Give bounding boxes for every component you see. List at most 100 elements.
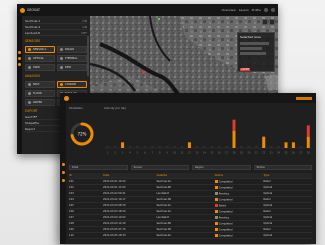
sensor-button[interactable]: RADAR [57, 46, 87, 53]
top-toolbar: Overview Layers Profile [222, 8, 275, 12]
sensor-button[interactable]: THERMAL [57, 55, 87, 62]
table-cell: Radar [263, 180, 271, 183]
acquisitions-table: ID Date Satellite Status Type 101 2021-03… [69, 173, 312, 239]
bar-28-series-1[interactable] [306, 125, 310, 137]
x-tick-label: 1 [107, 152, 109, 155]
dashboard-rail [60, 103, 66, 244]
rail-settings-icon[interactable] [18, 63, 21, 66]
table-cell: Completed [214, 179, 264, 183]
accent-tab[interactable] [296, 96, 312, 100]
filter-date[interactable]: Date [69, 165, 128, 170]
alert-badge[interactable]: ALERT [240, 68, 251, 71]
popup-line [240, 47, 263, 50]
sensor-button[interactable]: SWIR [25, 64, 55, 71]
bar-slot [158, 146, 162, 148]
top-item[interactable]: Overview [222, 8, 236, 12]
x-tick-label: 15 [210, 152, 214, 155]
status-icon [214, 233, 218, 237]
bar-slot [210, 146, 214, 148]
table-cell: Sentinel-2B [156, 222, 171, 225]
bar-28-series-0[interactable] [306, 136, 310, 148]
table-cell: Sentinel-2B [156, 186, 171, 189]
table-cell: 2021-03-03 16:52 [103, 210, 126, 213]
bar-slot [165, 146, 169, 148]
x-tick-label: 24 [277, 152, 281, 155]
table-cell: 2021-03-02 14:17 [103, 198, 126, 201]
sensor-button[interactable]: OPTICAL [25, 55, 55, 62]
menu-icon[interactable] [271, 8, 275, 12]
x-tick-label: 13 [195, 152, 199, 155]
table-cell: Completed [214, 197, 264, 201]
x-tick-label: 25 [284, 152, 288, 155]
bar-12-series-0[interactable] [187, 142, 191, 148]
x-tick-label: 7 [152, 152, 154, 155]
row-value: OFF [81, 30, 87, 35]
analysis-button[interactable]: FLOOD [25, 90, 55, 97]
rail-layer-icon[interactable] [18, 51, 21, 54]
bar-slot [195, 146, 199, 148]
rail-home-icon[interactable] [61, 163, 65, 166]
table-cell: 104 [69, 198, 74, 201]
sensor-button[interactable]: DEM [57, 64, 87, 71]
table-cell: 110 [69, 234, 74, 237]
column-header[interactable]: Satellite [156, 174, 214, 177]
table-cell: 2021-03-03 08:30 [103, 204, 126, 207]
table-cell: Completed [214, 209, 264, 213]
bar-slot [225, 146, 229, 148]
top-item[interactable]: Layers [239, 8, 249, 12]
sensor-button[interactable]: SENSOR A [25, 46, 55, 53]
map-topbar: GEOSAT Overview Layers Profile [17, 4, 278, 16]
row-value: ON [82, 24, 87, 29]
bar-chart: 1 2 3 4 5 6 7 8 9 10 11 12 13 14 15 16 17 18 19 20 21 22 23 24 2… [104, 119, 312, 155]
bar-slot [239, 146, 243, 148]
filter-sensor[interactable]: Sensor [130, 165, 189, 170]
rail-chart-icon[interactable] [18, 57, 21, 60]
rail-chart-icon[interactable] [61, 171, 65, 174]
zoom-in-icon[interactable] [262, 19, 268, 25]
table-row[interactable]: 110 2021-03-05 18:33 Sentinel-2A Completed O… [69, 233, 312, 239]
x-tick-label: 8 [159, 152, 161, 155]
row-label: Sentinel-2 [25, 24, 41, 29]
column-header[interactable]: Type [263, 174, 312, 177]
table-cell: Completed [214, 221, 264, 225]
user-avatar-icon[interactable] [264, 8, 268, 12]
panel-row[interactable]: Landsat-8 OFF [25, 30, 87, 36]
bar-3-series-0[interactable] [121, 142, 125, 148]
x-tick-label: 20 [247, 152, 251, 155]
bar-slot [269, 146, 273, 148]
table-cell: 105 [69, 204, 74, 207]
panel-scrollbar[interactable] [87, 36, 89, 76]
column-header[interactable]: Status [215, 174, 264, 177]
bar-25-series-0[interactable] [284, 142, 288, 148]
table-cell: Landsat-8 [156, 216, 169, 219]
table-cell: 109 [69, 228, 74, 231]
analysis-button[interactable]: NDVI [25, 81, 55, 88]
bar-22-series-0[interactable] [262, 136, 266, 148]
column-header[interactable]: ID [69, 174, 103, 177]
bar-18-series-0[interactable] [232, 131, 236, 148]
bar-26-series-0[interactable] [291, 142, 295, 148]
x-tick-label: 5 [137, 152, 139, 155]
table-cell: Completed [214, 227, 264, 231]
column-header[interactable]: Date [103, 174, 156, 177]
bar-slot [277, 146, 281, 148]
kpi-gauge: Utilization 72% [69, 106, 103, 156]
table-cell: Radar [263, 198, 271, 201]
table-cell: Sentinel-1B [156, 228, 171, 231]
filter-region[interactable]: Region [192, 165, 251, 170]
bar-18-series-1[interactable] [232, 119, 236, 131]
kpi-caption: Utilization [69, 106, 84, 110]
x-tick-label: 26 [292, 152, 296, 155]
analysis-button[interactable]: CHANGE [57, 81, 87, 88]
scene: GEOSAT Overview Layers Profile Sentinel-… [0, 0, 325, 245]
popup-line [240, 52, 266, 55]
table-cell: Pending [214, 191, 264, 195]
rail-settings-icon[interactable] [61, 179, 65, 182]
kpi-value: 72% [78, 132, 87, 137]
bar-slot [150, 146, 154, 148]
analysis-button[interactable]: WATER [25, 99, 55, 106]
table-cell: Completed [214, 185, 264, 189]
zoom-out-icon[interactable] [269, 19, 275, 25]
top-item[interactable]: Profile [252, 8, 261, 12]
filter-status[interactable]: Status [253, 165, 312, 170]
